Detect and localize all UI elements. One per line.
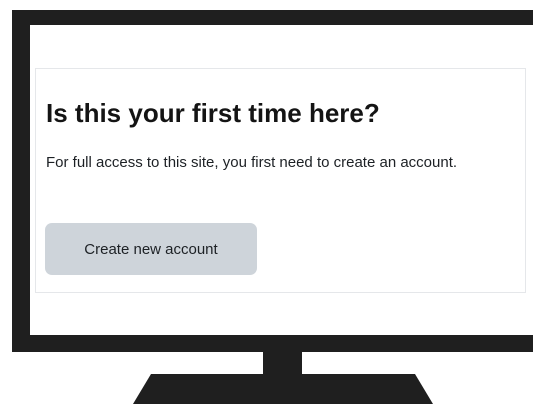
signup-card: Is this your first time here? For full a… bbox=[35, 68, 526, 293]
monitor-stand-neck bbox=[263, 350, 302, 376]
monitor-stand-base bbox=[133, 374, 433, 404]
signup-description: For full access to this site, you first … bbox=[46, 154, 458, 171]
page-title: Is this your first time here? bbox=[46, 98, 380, 128]
create-new-account-button[interactable]: Create new account bbox=[45, 223, 257, 275]
